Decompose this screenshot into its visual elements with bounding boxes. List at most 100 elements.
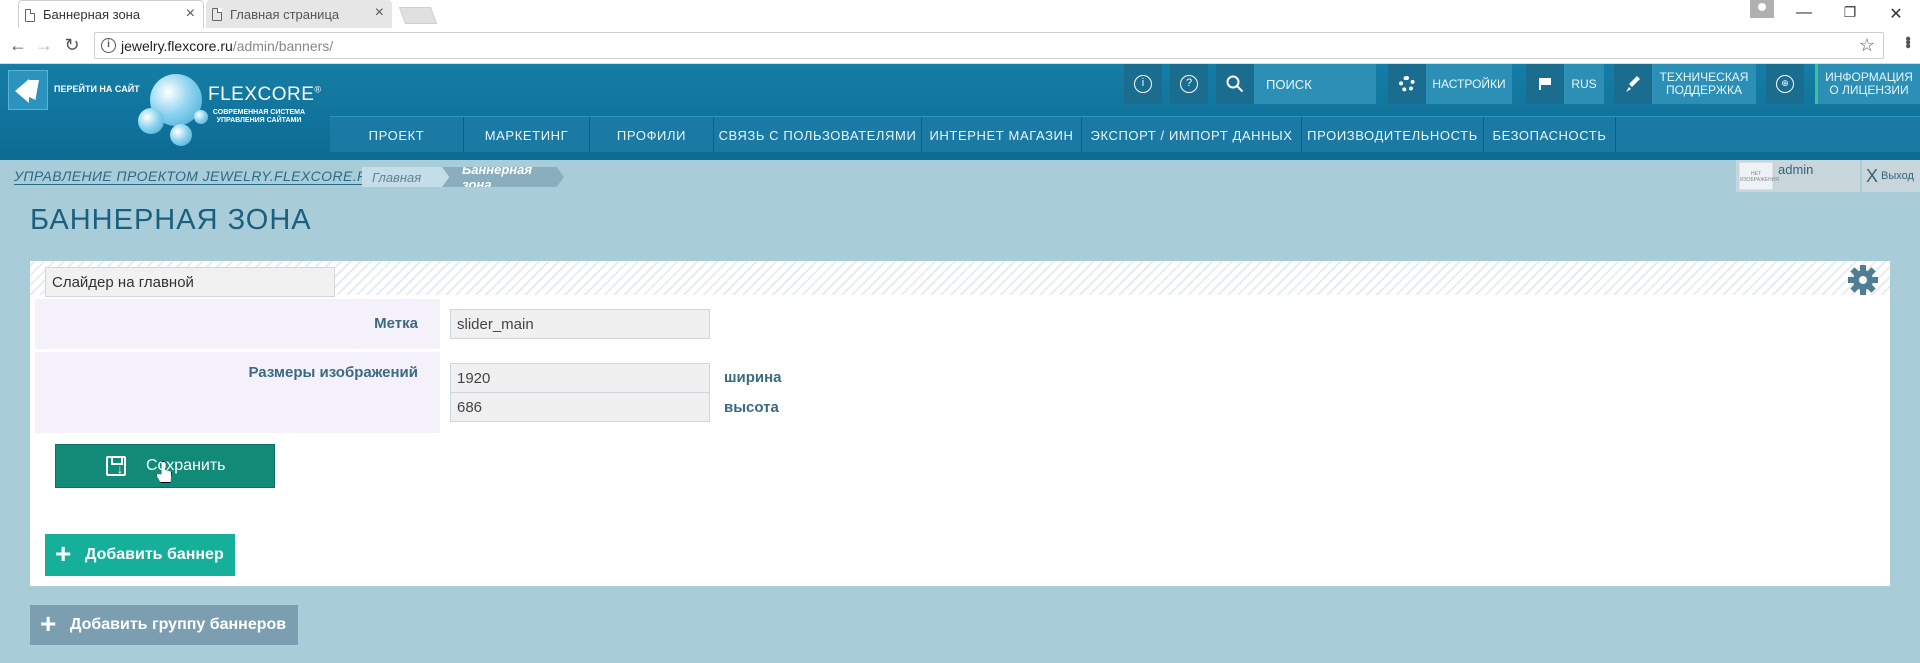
sizes-row-label: Размеры изображений <box>35 352 440 433</box>
restore-icon[interactable]: ❐ <box>1840 4 1860 21</box>
license-label-line: ИНФОРМАЦИЯ <box>1825 70 1913 84</box>
sizes-label: Размеры изображений <box>248 364 418 381</box>
save-button[interactable]: Сохранить <box>55 444 275 488</box>
help-button[interactable]: ? <box>1170 64 1208 104</box>
language-icon-button[interactable] <box>1526 64 1564 104</box>
width-unit-label: ширина <box>724 369 782 386</box>
add-banner-label: Добавить баннер <box>85 546 224 563</box>
arrow-left-icon <box>15 79 29 103</box>
width-input[interactable] <box>450 363 710 393</box>
tag-label: Метка <box>374 315 418 332</box>
browser-tab-bar: Баннерная зона × Главная страница × — ❐ … <box>0 0 1920 28</box>
support-label-line: ПОДДЕРЖКА <box>1666 83 1742 97</box>
back-arrow-icon[interactable]: ← <box>8 35 28 56</box>
breadcrumb-home[interactable]: Главная <box>362 167 452 187</box>
browser-menu-icon[interactable]: ••• <box>1898 36 1916 47</box>
height-unit-label: высота <box>724 399 779 416</box>
add-group-label: Добавить группу баннеров <box>70 616 287 633</box>
logout-button[interactable]: X Выход <box>1862 160 1920 192</box>
help-icon: ? <box>1180 75 1198 93</box>
nav-item-user-communication[interactable]: СВЯЗЬ С ПОЛЬЗОВАТЕЛЯМИ <box>714 117 922 153</box>
plus-icon: + <box>40 608 57 639</box>
url-text: jewelry.flexcore.ru/admin/banners/ <box>121 38 333 54</box>
support-icon-button[interactable] <box>1614 64 1652 104</box>
tab-banner-zone[interactable]: Баннерная зона × <box>18 0 204 28</box>
gear-icon <box>1399 76 1415 92</box>
settings-label: НАСТРОЙКИ <box>1432 76 1506 91</box>
info-icon: i <box>1134 75 1152 93</box>
page-title: БАННЕРНАЯ ЗОНА <box>30 204 312 236</box>
bookmark-star-icon[interactable]: ☆ <box>1859 35 1875 56</box>
support-label-line: ТЕХНИЧЕСКАЯ <box>1659 70 1749 84</box>
tab-home-page[interactable]: Главная страница × <box>206 0 392 28</box>
save-label: Сохранить <box>146 457 226 474</box>
brand-subtitle: СОВРЕМЕННАЯ СИСТЕМА УПРАВЛЕНИЯ САЙТАМИ <box>212 109 306 124</box>
user-profile[interactable]: НЕТ ИЗОБРАЖЕНИЯ admin <box>1736 160 1860 192</box>
logo-bubble <box>170 124 192 146</box>
tag-row-label: Метка <box>35 299 440 349</box>
language-button[interactable]: RUS <box>1564 64 1604 104</box>
banner-group-panel: Метка Размеры изображений ширина высота … <box>30 261 1890 586</box>
license-label-line: О ЛИЦЕНЗИИ <box>1829 83 1909 97</box>
search-icon <box>1226 75 1244 93</box>
brand-name: FLEXCORE® <box>208 84 322 106</box>
support-button[interactable]: ТЕХНИЧЕСКАЯ ПОДДЕРЖКА <box>1652 64 1756 104</box>
nav-item-profiles[interactable]: ПРОФИЛИ <box>590 117 714 153</box>
page-icon <box>212 8 222 21</box>
breadcrumb-bar: УПРАВЛЕНИЕ ПРОЕКТОМ JEWELRY.FLEXCORE.RU … <box>0 160 1920 194</box>
breadcrumb-current: Баннерная зона <box>442 167 564 187</box>
settings-icon-button[interactable] <box>1388 64 1426 104</box>
gear-icon[interactable] <box>1848 265 1878 295</box>
new-tab-button[interactable] <box>398 7 438 24</box>
close-tab-icon[interactable]: × <box>186 6 195 22</box>
group-name-input[interactable] <box>45 267 335 297</box>
height-input[interactable] <box>450 392 710 422</box>
go-to-site-button[interactable] <box>8 70 48 110</box>
address-bar: ← → ↻ i jewelry.flexcore.ru/admin/banner… <box>0 28 1920 64</box>
site-info-icon[interactable]: i <box>101 38 116 53</box>
rocket-icon <box>1626 76 1640 92</box>
plus-icon: + <box>55 538 72 569</box>
nav-item-marketing[interactable]: МАРКЕТИНГ <box>464 117 590 153</box>
add-banner-group-button[interactable]: + Добавить группу баннеров <box>30 605 298 645</box>
project-title-link[interactable]: УПРАВЛЕНИЕ ПРОЕКТОМ JEWELRY.FLEXCORE.RU <box>14 168 379 185</box>
brand-text: FLEXCORE <box>208 84 315 105</box>
close-icon: X <box>1866 165 1879 186</box>
url-field[interactable]: i jewelry.flexcore.ru/admin/banners/ ☆ <box>94 32 1884 59</box>
support-label: ТЕХНИЧЕСКАЯ ПОДДЕРЖКА <box>1660 71 1749 97</box>
license-icon-button[interactable]: ⊕ <box>1766 64 1804 104</box>
tab-title: Баннерная зона <box>43 7 141 22</box>
tab-title: Главная страница <box>230 6 340 22</box>
nav-filler <box>1616 117 1920 153</box>
logout-label: Выход <box>1881 170 1914 182</box>
user-name: admin <box>1778 162 1814 177</box>
main-navigation: ПРОЕКТ МАРКЕТИНГ ПРОФИЛИ СВЯЗЬ С ПОЛЬЗОВ… <box>330 116 1920 153</box>
search-input[interactable] <box>1254 64 1376 104</box>
info-button[interactable]: i <box>1124 64 1162 104</box>
url-path: /admin/banners/ <box>232 38 334 54</box>
nav-item-security[interactable]: БЕЗОПАСНОСТЬ <box>1484 117 1616 153</box>
profile-icon[interactable] <box>1750 0 1774 18</box>
nav-item-project[interactable]: ПРОЕКТ <box>330 117 464 153</box>
language-label: RUS <box>1571 76 1597 91</box>
avatar: НЕТ ИЗОБРАЖЕНИЯ <box>1739 162 1779 190</box>
logo-bubble <box>138 108 164 134</box>
nav-item-export-import[interactable]: ЭКСПОРТ / ИМПОРТ ДАННЫХ <box>1082 117 1302 153</box>
nav-item-performance[interactable]: ПРОИЗВОДИТЕЛЬНОСТЬ <box>1302 117 1484 153</box>
url-host: jewelry.flexcore.ru <box>121 38 233 54</box>
go-to-site-label[interactable]: ПЕРЕЙТИ НА САЙТ <box>54 84 140 94</box>
forward-arrow-icon[interactable]: → <box>34 35 54 56</box>
add-banner-button[interactable]: + Добавить баннер <box>45 534 235 576</box>
minimize-icon[interactable]: — <box>1794 4 1814 22</box>
license-button[interactable]: ИНФОРМАЦИЯ О ЛИЦЕНЗИИ <box>1818 64 1920 104</box>
search-button[interactable] <box>1216 64 1254 104</box>
reload-icon[interactable]: ↻ <box>62 35 82 56</box>
close-window-icon[interactable]: ✕ <box>1886 4 1906 24</box>
close-tab-icon[interactable]: × <box>375 5 384 21</box>
settings-button[interactable]: НАСТРОЙКИ <box>1426 64 1512 104</box>
license-icon: ⊕ <box>1776 75 1794 93</box>
nav-item-online-store[interactable]: ИНТЕРНЕТ МАГАЗИН <box>922 117 1082 153</box>
save-icon <box>106 456 126 476</box>
cms-header: ПЕРЕЙТИ НА САЙТ FLEXCORE® СОВРЕМЕННАЯ СИ… <box>0 64 1920 160</box>
tag-input[interactable] <box>450 309 710 339</box>
